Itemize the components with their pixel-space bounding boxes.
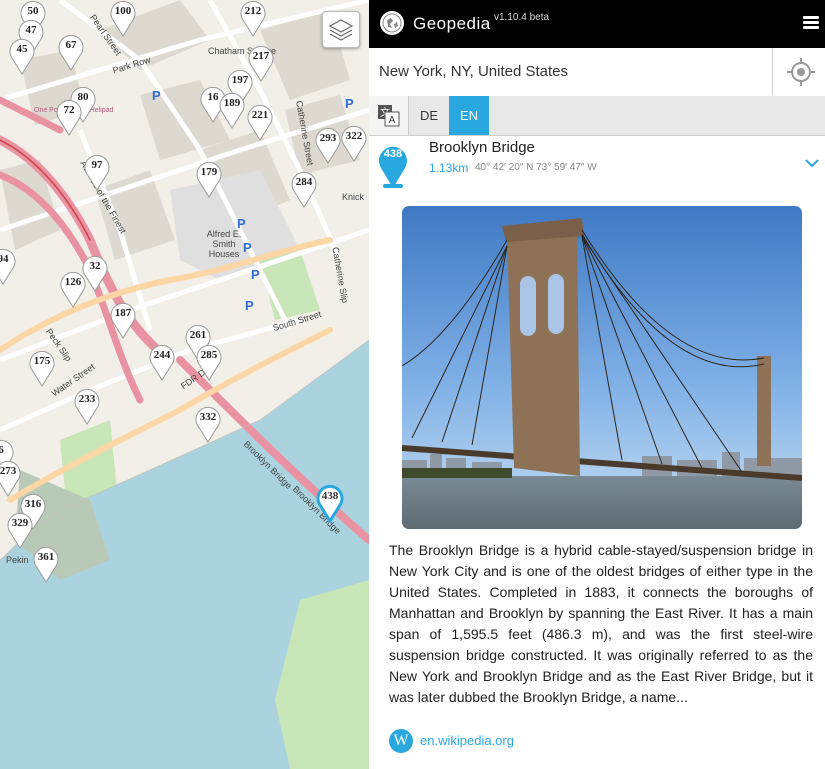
- map-marker[interactable]: 221: [245, 102, 275, 142]
- translate-icon: 文 A: [369, 96, 409, 135]
- svg-text:A: A: [389, 115, 396, 126]
- map-marker[interactable]: 285: [194, 342, 224, 382]
- map-view[interactable]: Chatham Square Pearl Street Park Row Cat…: [0, 0, 369, 769]
- map-marker[interactable]: 284: [289, 169, 319, 209]
- menu-hamburger-icon[interactable]: [803, 16, 819, 30]
- map-marker[interactable]: 175: [27, 348, 57, 388]
- app-title: Geopedia: [413, 14, 491, 33]
- location-search-input[interactable]: [369, 48, 773, 95]
- map-label-alfred-smith: Alfred E. Smith Houses: [206, 229, 242, 259]
- map-marker[interactable]: 72: [54, 97, 84, 137]
- map-marker[interactable]: 45: [7, 36, 37, 76]
- language-selector: 文 A DE EN: [369, 96, 825, 136]
- place-header[interactable]: 438 Brooklyn Bridge 1.13km 40° 42′ 20″ N…: [369, 136, 825, 194]
- map-marker[interactable]: 322: [339, 123, 369, 163]
- parking-icon: P: [152, 88, 161, 103]
- map-marker[interactable]: 212: [238, 0, 268, 38]
- map-marker[interactable]: 244: [147, 342, 177, 382]
- place-photo: [402, 206, 802, 529]
- map-marker[interactable]: 126: [58, 269, 88, 309]
- parking-icon: P: [237, 216, 246, 231]
- layers-button[interactable]: [322, 11, 360, 48]
- parking-icon: P: [345, 96, 354, 111]
- wikipedia-link[interactable]: en.wikipedia.org: [420, 733, 514, 748]
- wikipedia-icon[interactable]: W: [389, 729, 413, 753]
- globe-logo-icon: [380, 11, 404, 35]
- chevron-down-icon[interactable]: [805, 158, 819, 168]
- place-marker-number: 438: [383, 148, 403, 160]
- map-label-knick: Knick: [342, 192, 365, 202]
- parking-icon: P: [245, 298, 254, 313]
- map-marker[interactable]: 94: [0, 246, 18, 286]
- map-marker[interactable]: 189: [217, 90, 247, 130]
- map-marker[interactable]: 332: [193, 404, 223, 444]
- map-marker[interactable]: 187: [108, 300, 138, 340]
- search-bar: [369, 48, 825, 97]
- map-marker[interactable]: 67: [56, 32, 86, 72]
- locate-me-icon[interactable]: [785, 56, 817, 88]
- place-description: The Brooklyn Bridge is a hybrid cable-st…: [389, 542, 813, 705]
- place-title: Brooklyn Bridge: [429, 139, 535, 156]
- place-distance: 1.13km: [429, 161, 469, 175]
- map-marker[interactable]: 97: [82, 152, 112, 192]
- language-en-button[interactable]: EN: [449, 96, 489, 135]
- place-coordinates: 40° 42′ 20″ N 73° 59′ 47″ W: [475, 162, 597, 173]
- map-marker[interactable]: 100: [108, 0, 138, 38]
- map-label-pekin: Pekin: [6, 555, 29, 565]
- language-de-button[interactable]: DE: [409, 96, 450, 135]
- app-version: v1.10.4 beta: [494, 12, 550, 23]
- map-marker[interactable]: 233: [72, 386, 102, 426]
- info-panel: Geopedia v1.10.4 beta 文 A DE EN: [369, 0, 825, 769]
- parking-icon: P: [251, 267, 260, 282]
- map-marker[interactable]: 179: [194, 159, 224, 199]
- map-marker-selected[interactable]: 438: [315, 483, 345, 523]
- layers-icon: [328, 19, 354, 41]
- map-marker[interactable]: 361: [31, 544, 61, 584]
- top-bar: Geopedia v1.10.4 beta: [369, 0, 825, 48]
- parking-icon: P: [243, 240, 252, 255]
- place-marker-icon: 438: [377, 144, 409, 189]
